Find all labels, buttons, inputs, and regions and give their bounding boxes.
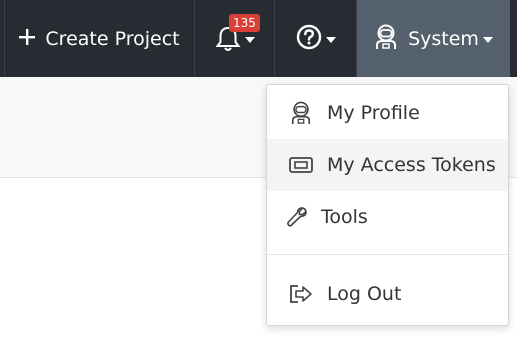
menu-item-log-out[interactable]: Log Out: [267, 268, 508, 320]
menu-item-my-access-tokens[interactable]: My Access Tokens: [267, 139, 508, 191]
chevron-down-icon: [244, 36, 255, 43]
menu-divider: [267, 254, 508, 255]
system-menu-button[interactable]: System: [357, 0, 510, 77]
top-navbar: Create Project 135 System: [0, 0, 517, 77]
system-dropdown-menu: My Profile My Access Tokens Tools Log Ou…: [266, 84, 509, 326]
chevron-down-icon: [482, 36, 493, 43]
menu-item-label: Tools: [321, 206, 368, 228]
question-circle-icon: [296, 24, 322, 54]
astronaut-icon: [289, 101, 313, 125]
menu-item-label: My Profile: [327, 102, 420, 124]
notifications-button[interactable]: 135: [195, 0, 275, 77]
notification-count-badge: 135: [229, 14, 260, 32]
sign-out-icon: [289, 282, 313, 306]
menu-item-label: Log Out: [327, 283, 402, 305]
system-label: System: [408, 27, 479, 50]
ticket-icon: [289, 153, 313, 177]
chevron-down-icon: [325, 36, 336, 43]
help-button[interactable]: [275, 0, 357, 77]
wrench-icon: [285, 205, 309, 229]
menu-item-my-profile[interactable]: My Profile: [267, 87, 508, 139]
menu-item-label: My Access Tokens: [327, 154, 496, 176]
astronaut-icon: [374, 24, 398, 54]
menu-item-tools[interactable]: Tools: [267, 191, 508, 243]
plus-icon: [19, 28, 36, 49]
create-project-label: Create Project: [45, 27, 180, 50]
create-project-button[interactable]: Create Project: [4, 0, 195, 77]
